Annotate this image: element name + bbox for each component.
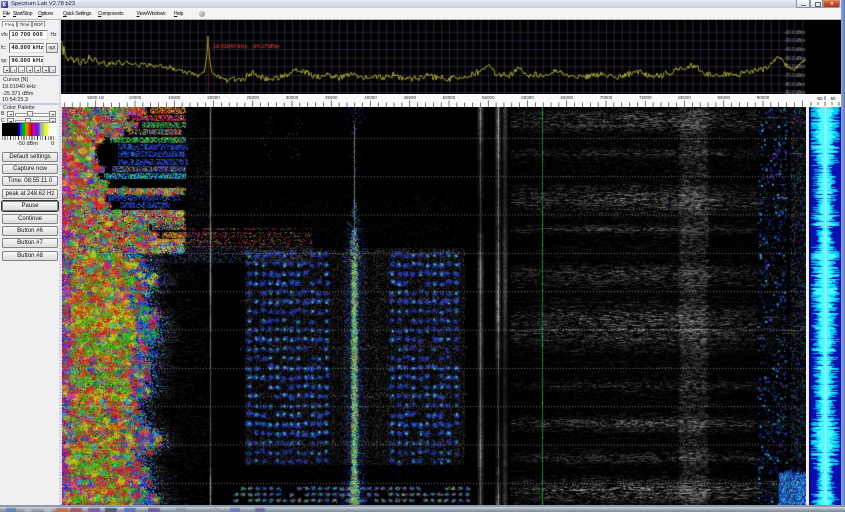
svg-text:10000: 10000	[129, 95, 142, 100]
svg-text:45000: 45000	[403, 95, 416, 100]
svg-text:85000: 85000	[717, 95, 730, 100]
svg-text:70000: 70000	[600, 95, 613, 100]
svg-text:15000: 15000	[168, 95, 181, 100]
svg-text:65000: 65000	[560, 95, 573, 100]
svg-text:50: 50	[831, 96, 837, 101]
svg-text:90000: 90000	[757, 95, 770, 100]
svg-text:20000: 20000	[207, 95, 220, 100]
svg-text:55000: 55000	[482, 95, 495, 100]
svg-text:40000: 40000	[364, 95, 377, 100]
svg-text:-50: -50	[816, 96, 823, 101]
svg-text:30000: 30000	[286, 95, 299, 100]
svg-text:60000: 60000	[521, 95, 534, 100]
svg-text:80000: 80000	[678, 95, 691, 100]
svg-text:50000: 50000	[443, 95, 456, 100]
svg-text:25000: 25000	[246, 95, 259, 100]
svg-text:75000: 75000	[639, 95, 652, 100]
svg-text:5000 Hz: 5000 Hz	[87, 95, 105, 100]
svg-text:35000: 35000	[325, 95, 338, 100]
